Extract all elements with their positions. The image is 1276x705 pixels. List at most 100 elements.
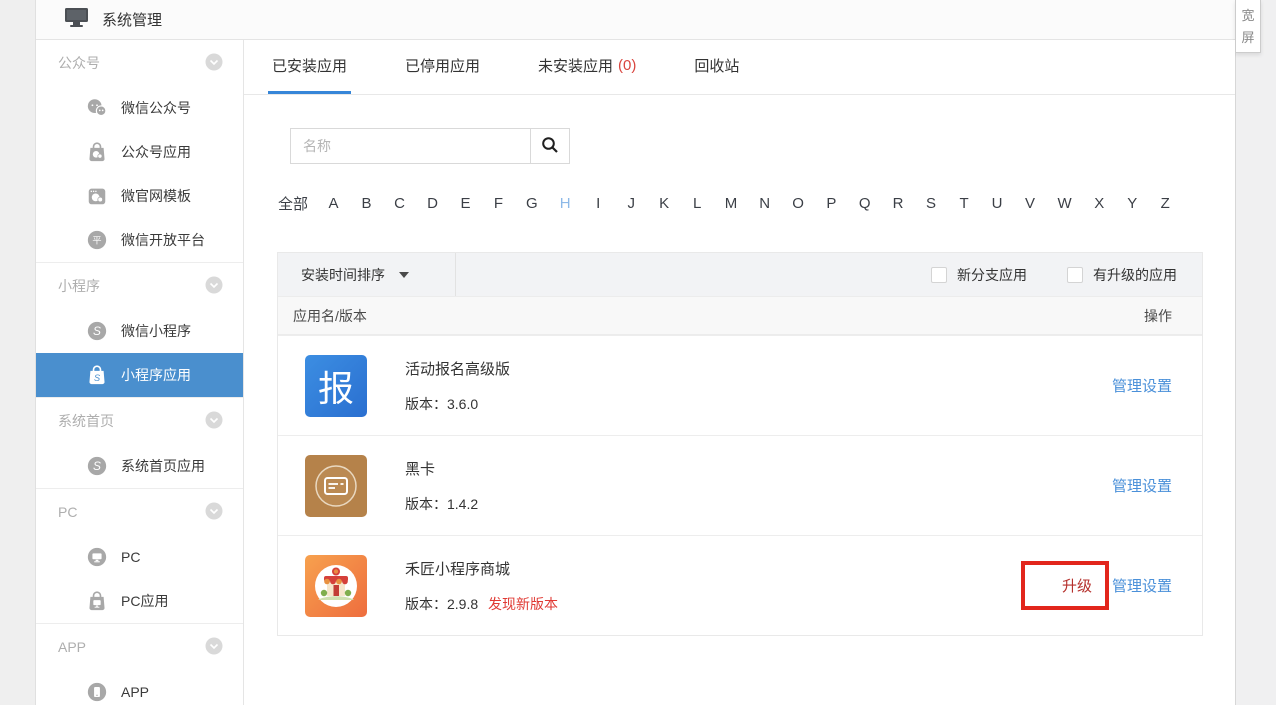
chevron-down-circle-icon[interactable] <box>205 53 223 74</box>
sidebar-section-header[interactable]: 系统首页 <box>36 398 243 444</box>
alphabet-item[interactable]: O <box>792 195 804 212</box>
alphabet-item[interactable]: V <box>1025 195 1036 212</box>
chevron-down-circle-icon[interactable] <box>205 502 223 523</box>
section-label: 公众号 <box>58 53 100 73</box>
tab-label: 已安装应用 <box>272 55 347 76</box>
app-version: 版本：2.9.8 发现新版本 <box>405 594 558 614</box>
pc-circle-icon <box>86 546 108 568</box>
alphabet-item[interactable]: L <box>692 195 703 212</box>
tab-label: 未安装应用 <box>538 55 613 76</box>
alphabet-item[interactable]: B <box>361 195 372 212</box>
miniprogram-bag-icon: S <box>86 364 108 386</box>
tab-count-badge: (0) <box>618 57 636 74</box>
svg-text:S: S <box>93 324 101 338</box>
alphabet-item[interactable]: U <box>992 195 1003 212</box>
main-content: 已安装应用 已停用应用 未安装应用 (0) 回收站 全部 A B C D E F… <box>244 40 1235 705</box>
checkbox-unchecked[interactable] <box>1067 267 1083 283</box>
sidebar-item-wechat-official-account[interactable]: 微信公众号 <box>36 86 243 130</box>
table-row: 黑卡 版本：1.4.2 管理设置 <box>278 435 1202 535</box>
tab-recycle-bin[interactable]: 回收站 <box>690 40 743 94</box>
alphabet-item[interactable]: I <box>593 195 604 212</box>
alphabet-item[interactable]: W <box>1058 195 1072 212</box>
alphabet-item[interactable]: S <box>926 195 937 212</box>
search-button[interactable] <box>530 128 570 164</box>
sidebar-section-pc: PC PC PC应用 <box>36 488 243 623</box>
sidebar-item-official-account-apps[interactable]: 公众号应用 <box>36 130 243 174</box>
alphabet-item[interactable]: T <box>959 195 970 212</box>
svg-text:平: 平 <box>92 236 101 246</box>
phone-circle-icon <box>86 681 108 703</box>
upgrade-link[interactable]: 升级 <box>1062 575 1092 596</box>
sidebar-section-header[interactable]: 小程序 <box>36 263 243 309</box>
alphabet-item-all[interactable]: 全部 <box>278 193 308 214</box>
new-version-link[interactable]: 发现新版本 <box>488 596 558 612</box>
alphabet-item[interactable]: A <box>328 195 339 212</box>
miniprogram-circle-icon: S <box>86 455 108 477</box>
search-icon <box>541 136 559 157</box>
sidebar-section-official-account: 公众号 微信公众号 公众号应用 微官网模板 平 <box>36 40 243 262</box>
black-card-app-tile <box>305 455 367 517</box>
chevron-down-circle-icon[interactable] <box>205 411 223 432</box>
alphabet-item[interactable]: M <box>725 195 738 212</box>
search-input[interactable] <box>290 128 530 164</box>
widescreen-toggle[interactable]: 宽屏 <box>1235 0 1261 53</box>
sidebar-item-wechat-open-platform[interactable]: 平 微信开放平台 <box>36 218 243 262</box>
alphabet-item[interactable]: C <box>394 195 405 212</box>
alphabet-item[interactable]: E <box>460 195 471 212</box>
sidebar-section-header[interactable]: APP <box>36 624 243 670</box>
alphabet-item[interactable]: G <box>526 195 538 212</box>
alphabet-item[interactable]: X <box>1094 195 1105 212</box>
sidebar-section-header[interactable]: PC <box>36 489 243 535</box>
sort-label: 安装时间排序 <box>301 265 385 285</box>
column-actions: 操作 <box>1144 306 1202 326</box>
sidebar-section-header[interactable]: 公众号 <box>36 40 243 86</box>
manage-settings-link[interactable]: 管理设置 <box>1112 475 1172 496</box>
sidebar-item-micro-site-templates[interactable]: 微官网模板 <box>36 174 243 218</box>
alphabet-item[interactable]: D <box>427 195 438 212</box>
column-app-name: 应用名/版本 <box>278 306 367 326</box>
sidebar-item-wechat-miniprogram[interactable]: S 微信小程序 <box>36 309 243 353</box>
search-bar <box>244 95 1235 164</box>
sidebar-item-label: 微信公众号 <box>121 98 191 118</box>
filter-label: 新分支应用 <box>957 265 1027 285</box>
alphabet-item[interactable]: Z <box>1160 195 1171 212</box>
chevron-down-circle-icon[interactable] <box>205 276 223 297</box>
app-list-panel: 安装时间排序 新分支应用 有升级的应用 应用名/版本 操作 报 活动报名高级版 … <box>277 252 1203 636</box>
alphabet-item[interactable]: Q <box>859 195 871 212</box>
section-label: APP <box>58 639 86 655</box>
tab-disabled-apps[interactable]: 已停用应用 <box>401 40 484 94</box>
filter-upgradable-apps[interactable]: 有升级的应用 <box>1067 265 1177 285</box>
shop-app-tile <box>305 555 367 617</box>
sidebar-item-system-home-apps[interactable]: S 系统首页应用 <box>36 444 243 488</box>
section-label: PC <box>58 504 77 520</box>
svg-text:S: S <box>93 459 101 473</box>
alphabet-item[interactable]: Y <box>1127 195 1138 212</box>
manage-settings-link[interactable]: 管理设置 <box>1112 375 1172 396</box>
alphabet-item[interactable]: N <box>759 195 770 212</box>
tab-label: 已停用应用 <box>405 55 480 76</box>
chevron-down-circle-icon[interactable] <box>205 637 223 658</box>
alphabet-item-active[interactable]: H <box>560 195 571 212</box>
sidebar-item-pc-apps[interactable]: PC应用 <box>36 579 243 623</box>
miniprogram-circle-icon: S <box>86 320 108 342</box>
filter-new-branch-apps[interactable]: 新分支应用 <box>931 265 1027 285</box>
app-version: 版本：3.6.0 <box>405 394 510 414</box>
alphabet-item[interactable]: F <box>493 195 504 212</box>
alphabet-item[interactable]: J <box>626 195 637 212</box>
sidebar-item-miniprogram-apps[interactable]: S 小程序应用 <box>36 353 243 397</box>
alphabet-item[interactable]: P <box>826 195 837 212</box>
alphabet-item[interactable]: K <box>659 195 670 212</box>
tab-installed-apps[interactable]: 已安装应用 <box>268 40 351 94</box>
manage-settings-link[interactable]: 管理设置 <box>1112 575 1172 596</box>
sort-dropdown[interactable]: 安装时间排序 <box>278 253 456 296</box>
app-version: 版本：1.4.2 <box>405 494 478 514</box>
alphabet-item[interactable]: R <box>893 195 904 212</box>
wechat-official-icon <box>86 97 108 119</box>
tab-uninstalled-apps[interactable]: 未安装应用 (0) <box>534 40 640 94</box>
alphabet-filter: 全部 A B C D E F G H I J K L M N O P Q R S… <box>278 193 1235 214</box>
sidebar-item-pc[interactable]: PC <box>36 535 243 579</box>
left-edge-strip <box>0 0 36 705</box>
sidebar-item-app[interactable]: APP <box>36 670 243 705</box>
sidebar-item-label: 公众号应用 <box>121 142 191 162</box>
checkbox-unchecked[interactable] <box>931 267 947 283</box>
